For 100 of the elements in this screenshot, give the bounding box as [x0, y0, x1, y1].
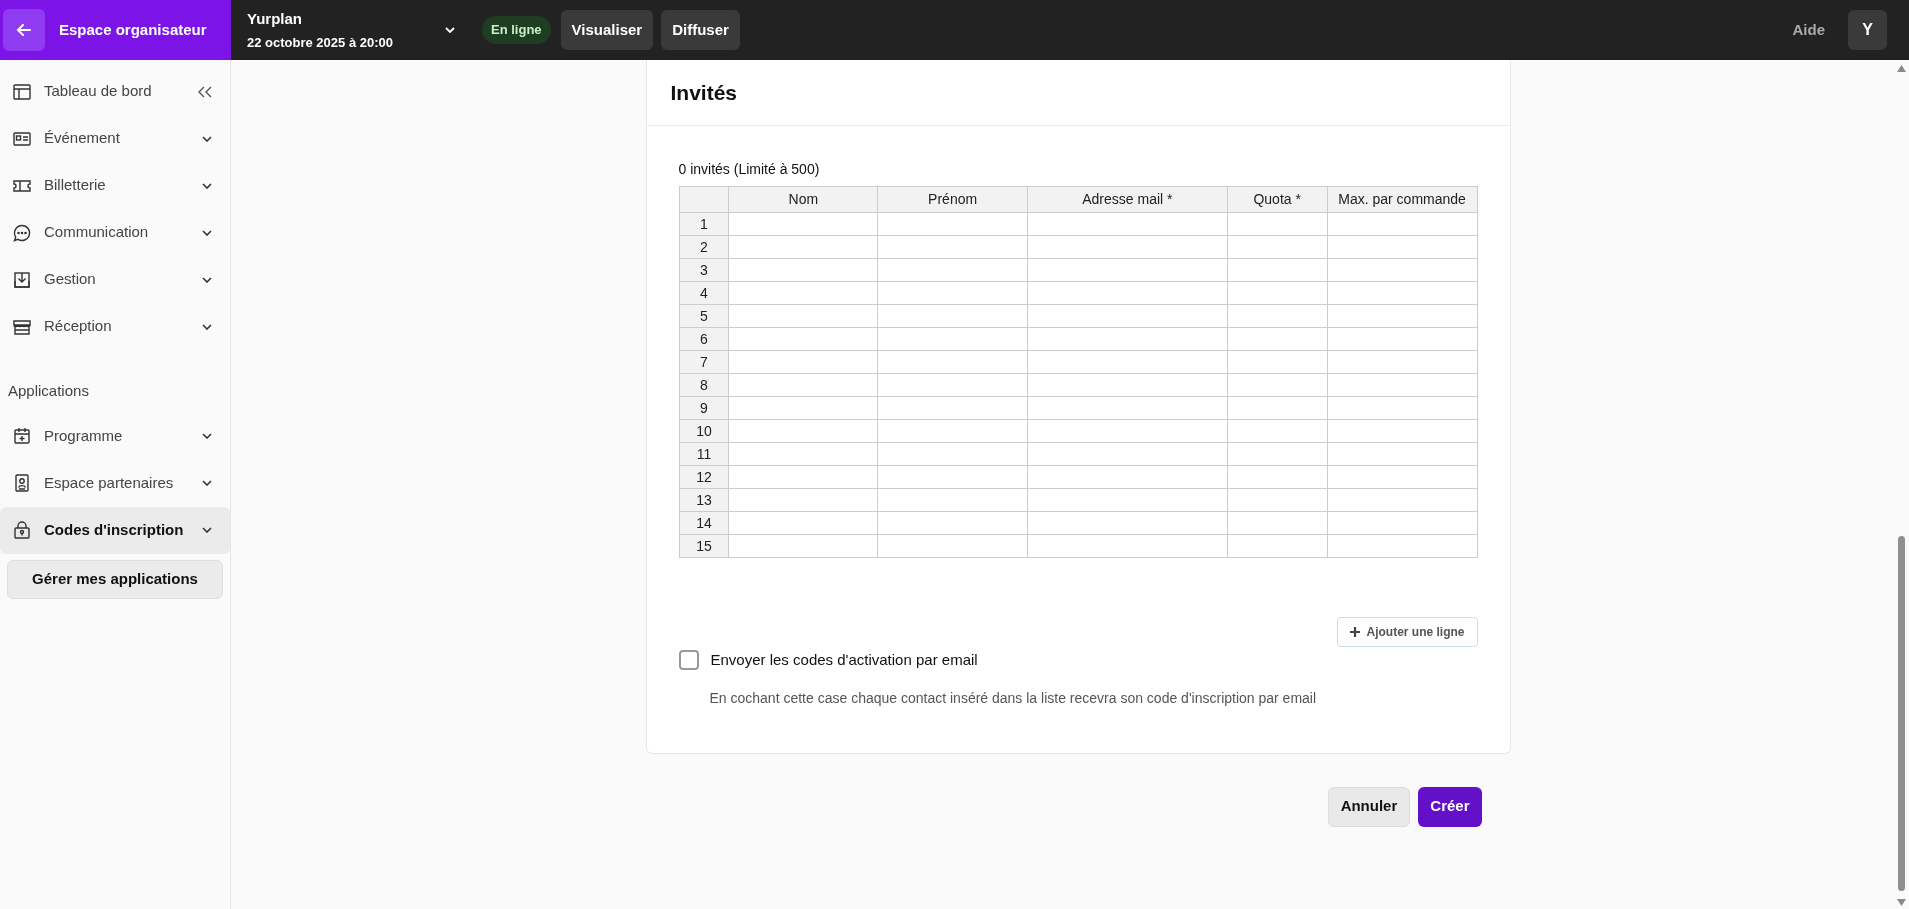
- table-cell[interactable]: [877, 488, 1028, 512]
- table-cell[interactable]: [1027, 442, 1228, 466]
- scroll-thumb[interactable]: [1898, 536, 1905, 891]
- table-cell[interactable]: [1327, 235, 1477, 259]
- row-number: 15: [679, 534, 729, 558]
- sidebar-item[interactable]: Espace partenaires: [0, 459, 230, 507]
- table-cell[interactable]: [728, 534, 878, 558]
- table-cell[interactable]: [877, 212, 1028, 236]
- back-button[interactable]: [3, 9, 45, 51]
- sidebar-item[interactable]: Billetterie: [0, 162, 230, 209]
- table-cell[interactable]: [1327, 350, 1477, 374]
- table-cell[interactable]: [728, 465, 878, 489]
- table-cell[interactable]: [877, 442, 1028, 466]
- collapse-icon[interactable]: [198, 85, 212, 98]
- table-cell[interactable]: [1327, 373, 1477, 397]
- table-cell[interactable]: [728, 327, 878, 351]
- table-cell[interactable]: [877, 396, 1028, 420]
- table-cell[interactable]: [1027, 281, 1228, 305]
- toolbar-button[interactable]: Visualiser: [560, 10, 654, 50]
- table-cell[interactable]: [877, 373, 1028, 397]
- sidebar-item[interactable]: Réception: [0, 303, 230, 350]
- table-cell[interactable]: [1327, 212, 1477, 236]
- table-cell[interactable]: [1027, 396, 1228, 420]
- user-avatar-button[interactable]: Y: [1848, 10, 1887, 50]
- row-number: 10: [679, 419, 729, 443]
- table-cell[interactable]: [1027, 373, 1228, 397]
- chevron-down-icon: [202, 480, 212, 486]
- table-cell[interactable]: [728, 442, 878, 466]
- sidebar-item[interactable]: Tableau de bord: [0, 68, 230, 115]
- table-cell[interactable]: [728, 212, 878, 236]
- table-cell[interactable]: [1327, 442, 1477, 466]
- table-cell[interactable]: [877, 511, 1028, 535]
- table-cell[interactable]: [1327, 327, 1477, 351]
- sidebar-item[interactable]: Programme: [0, 412, 230, 460]
- sidebar-item[interactable]: Communication: [0, 209, 230, 256]
- table-cell[interactable]: [1027, 258, 1228, 282]
- scroll-up-icon[interactable]: [1897, 65, 1906, 72]
- create-button[interactable]: Créer: [1418, 786, 1482, 827]
- table-cell[interactable]: [1027, 511, 1228, 535]
- table-cell[interactable]: [1327, 281, 1477, 305]
- chevron-down-icon: [202, 276, 212, 283]
- table-cell[interactable]: [1327, 465, 1477, 489]
- sidebar-item[interactable]: Gestion: [0, 256, 230, 303]
- table-cell[interactable]: [1327, 258, 1477, 282]
- chevron-down-icon[interactable]: [445, 27, 455, 33]
- table-cell[interactable]: [728, 281, 878, 305]
- table-cell[interactable]: [877, 281, 1028, 305]
- table-cell[interactable]: [877, 327, 1028, 351]
- row-number: 8: [679, 373, 729, 397]
- toolbar-button[interactable]: Diffuser: [661, 10, 740, 50]
- table-cell[interactable]: [877, 465, 1028, 489]
- table-cell[interactable]: [1027, 465, 1228, 489]
- table-cell[interactable]: [1327, 488, 1477, 512]
- table-cell[interactable]: [728, 235, 878, 259]
- table-cell[interactable]: [877, 258, 1028, 282]
- cancel-button[interactable]: Annuler: [1327, 786, 1411, 827]
- table-cell[interactable]: [1327, 419, 1477, 443]
- table-cell[interactable]: [1027, 212, 1228, 236]
- chevron-down-icon: [202, 135, 212, 142]
- table-cell[interactable]: [1027, 534, 1228, 558]
- table-cell[interactable]: [728, 373, 878, 397]
- sidebar-item[interactable]: Événement: [0, 115, 230, 162]
- checkbox-label: Envoyer les codes d'activation par email: [710, 650, 978, 670]
- event-name: Yurplan: [247, 9, 303, 29]
- row-number: 6: [679, 327, 729, 351]
- table-cell[interactable]: [728, 396, 878, 420]
- table-cell[interactable]: [1327, 534, 1477, 558]
- table-cell[interactable]: [728, 304, 878, 328]
- table-cell[interactable]: [728, 419, 878, 443]
- table-cell[interactable]: [877, 419, 1028, 443]
- manage-applications-button[interactable]: Gérer mes applications: [7, 559, 223, 599]
- row-number: 4: [679, 281, 729, 305]
- table-cell[interactable]: [1027, 235, 1228, 259]
- table-cell[interactable]: [728, 258, 878, 282]
- chevron-down-icon: [202, 527, 212, 533]
- table-cell[interactable]: [877, 235, 1028, 259]
- table-cell[interactable]: [728, 511, 878, 535]
- scroll-down-icon[interactable]: [1897, 899, 1906, 906]
- table-cell[interactable]: [728, 350, 878, 374]
- calendar-plus-icon: [12, 426, 32, 446]
- back-arrow-icon: [16, 22, 32, 38]
- table-cell[interactable]: [1027, 327, 1228, 351]
- table-cell[interactable]: [877, 534, 1028, 558]
- add-row-button[interactable]: Ajouter une ligne: [1337, 617, 1478, 647]
- table-cell[interactable]: [877, 304, 1028, 328]
- plus-icon: [1350, 627, 1361, 637]
- table-cell[interactable]: [1327, 396, 1477, 420]
- table-cell[interactable]: [1027, 350, 1228, 374]
- table-cell[interactable]: [1027, 488, 1228, 512]
- table-cell[interactable]: [728, 488, 878, 512]
- table-cell[interactable]: [1027, 419, 1228, 443]
- table-cell[interactable]: [1027, 304, 1228, 328]
- table-cell[interactable]: [1327, 511, 1477, 535]
- checkbox[interactable]: [678, 650, 699, 671]
- help-link[interactable]: Aide: [1792, 18, 1825, 42]
- table-cell[interactable]: [877, 350, 1028, 374]
- row-number: 9: [679, 396, 729, 420]
- sidebar-item[interactable]: Codes d'inscription: [0, 506, 230, 554]
- row-number: 2: [679, 235, 729, 259]
- table-cell[interactable]: [1327, 304, 1477, 328]
